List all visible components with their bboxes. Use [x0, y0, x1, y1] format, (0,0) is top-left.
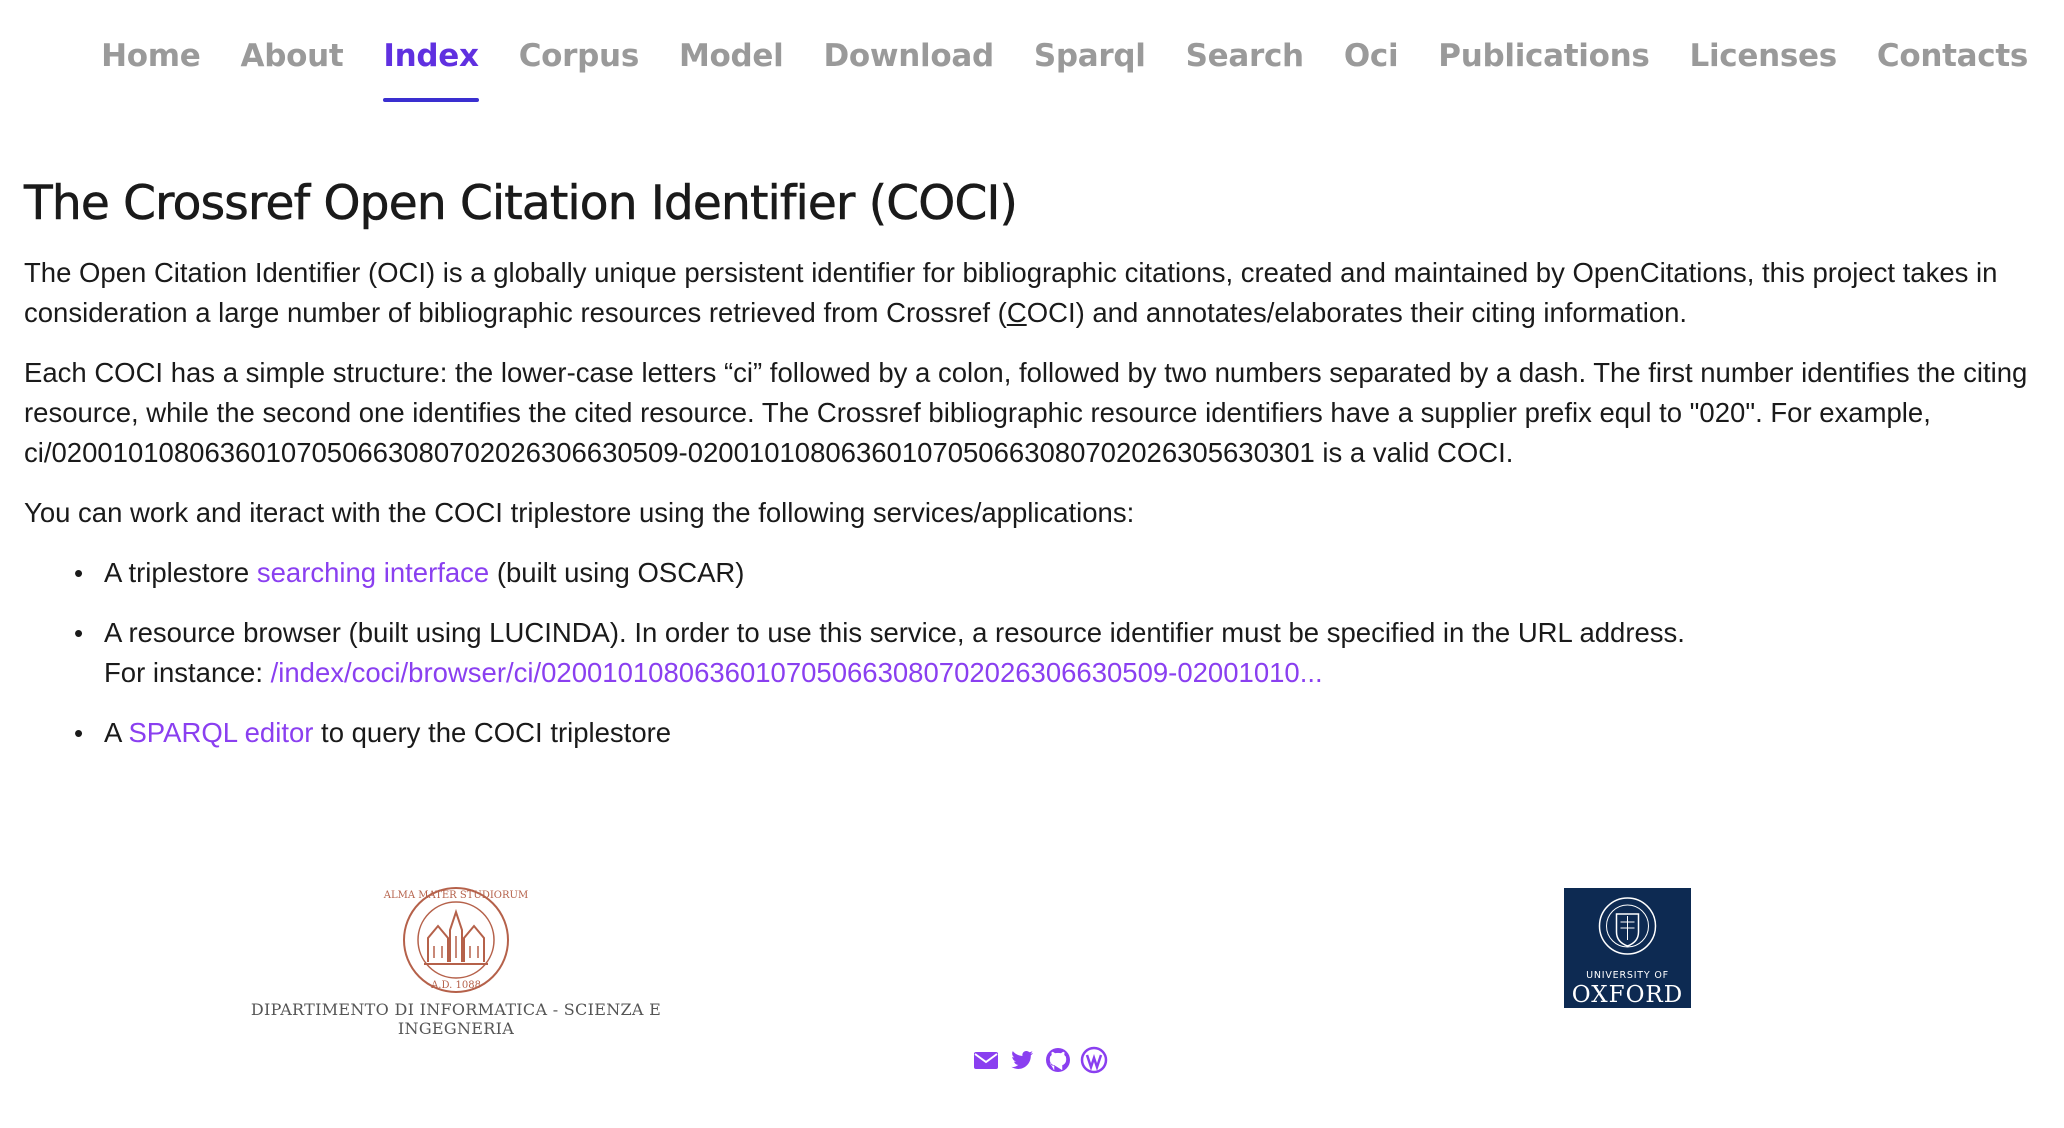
unibo-department-text: DIPARTIMENTO DI INFORMATICA - SCIENZA E … — [250, 1000, 662, 1038]
envelope-icon[interactable] — [972, 1046, 1000, 1074]
nav-download[interactable]: Download — [823, 38, 994, 102]
browser-item-text: A resource browser (built using LUCINDA)… — [104, 617, 1685, 648]
nav-index[interactable]: Index — [383, 38, 480, 102]
twitter-icon[interactable] — [1008, 1046, 1036, 1074]
nav-model[interactable]: Model — [679, 38, 784, 102]
main-content: The Crossref Open Citation Identifier (C… — [24, 176, 2044, 773]
nav-search[interactable]: Search — [1186, 38, 1305, 102]
oxford-name-text: OXFORD — [1571, 982, 1684, 1008]
list-item-search: A triplestore searching interface (built… — [74, 553, 2044, 593]
nav-oci[interactable]: Oci — [1344, 38, 1399, 102]
wordpress-icon[interactable] — [1080, 1046, 1108, 1074]
sparql-editor-link[interactable]: SPARQL editor — [128, 717, 313, 748]
intro-paragraph: The Open Citation Identifier (OCI) is a … — [24, 253, 2044, 333]
services-intro: You can work and iteract with the COCI t… — [24, 497, 1135, 528]
nav-about[interactable]: About — [241, 38, 344, 102]
unibo-seal-icon: ALMA MATER STUDIORUM A.D. 1088 — [383, 887, 528, 993]
browser-instance-label: For instance: — [104, 657, 271, 688]
svg-text:ALMA MATER STUDIORUM: ALMA MATER STUDIORUM — [383, 890, 528, 901]
unibo-logo[interactable]: ALMA MATER STUDIORUM A.D. 1088 DIPARTIME… — [216, 878, 696, 1038]
nav-publications[interactable]: Publications — [1438, 38, 1650, 102]
searching-interface-link[interactable]: searching interface — [257, 557, 489, 588]
nav-licenses[interactable]: Licenses — [1690, 38, 1838, 102]
structure-paragraph: Each COCI has a simple structure: the lo… — [24, 357, 2028, 468]
sparql-item-suffix: to query the COCI triplestore — [313, 717, 672, 748]
list-item-sparql: A SPARQL editor to query the COCI triple… — [74, 713, 2044, 753]
github-icon[interactable] — [1044, 1046, 1072, 1074]
oxford-crest-icon — [1598, 897, 1657, 955]
search-item-prefix: A triplestore — [104, 557, 257, 588]
svg-text:A.D. 1088: A.D. 1088 — [430, 980, 481, 991]
nav-sparql[interactable]: Sparql — [1034, 38, 1146, 102]
main-nav: Home About Index Corpus Model Download S… — [101, 38, 2028, 102]
sparql-item-prefix: A — [104, 717, 129, 748]
social-links — [972, 1046, 1108, 1074]
nav-corpus[interactable]: Corpus — [519, 38, 640, 102]
oxford-university-of-text: UNIVERSITY OF — [1586, 970, 1669, 981]
intro-text-end: OCI) and annotates/elaborates their citi… — [1026, 297, 1688, 328]
browser-example-link[interactable]: /index/coci/browser/ci/02001010806360107… — [271, 657, 1323, 688]
list-item-browser: A resource browser (built using LUCINDA)… — [74, 613, 2044, 693]
nav-contacts[interactable]: Contacts — [1877, 38, 2028, 102]
oxford-logo[interactable]: UNIVERSITY OF OXFORD — [1564, 888, 1691, 1008]
intro-underlined-letter: C — [1006, 297, 1027, 328]
nav-home[interactable]: Home — [101, 38, 201, 102]
services-list: A triplestore searching interface (built… — [74, 553, 2044, 753]
page-title: The Crossref Open Citation Identifier (C… — [24, 176, 1018, 232]
search-item-suffix: (built using OSCAR) — [489, 557, 745, 588]
